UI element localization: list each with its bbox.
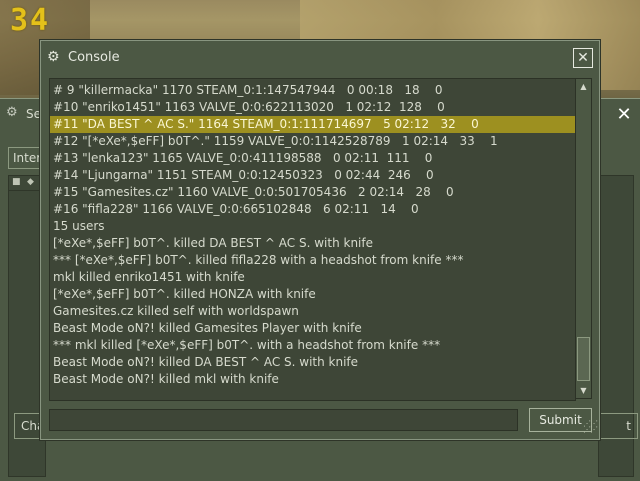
console-line[interactable]: [*eXe*,$eFF] b0T^. killed DA BEST ^ AC S… bbox=[50, 235, 575, 252]
console-line[interactable]: mkl killed enriko1451 with knife bbox=[50, 269, 575, 286]
console-line[interactable]: #14 "Ljungarna" 1151 STEAM_0:0:12450323 … bbox=[50, 167, 575, 184]
hud-counter: 34 bbox=[10, 3, 51, 38]
console-titlebar[interactable]: ⚙ Console bbox=[41, 41, 599, 73]
console-line[interactable]: #16 "fifla228" 1166 VALVE_0:0:665102848 … bbox=[50, 201, 575, 218]
console-scrollbar[interactable]: ▲ ▼ bbox=[575, 78, 592, 399]
resize-grip-icon[interactable]: ⋰⋰ ⋰⋰ bbox=[583, 420, 598, 434]
console-line[interactable]: [*eXe*,$eFF] b0T^. killed HONZA with kni… bbox=[50, 286, 575, 303]
console-line[interactable]: #12 "[*eXe*,$eFF] b0T^." 1159 VALVE_0:0:… bbox=[50, 133, 575, 150]
close-icon[interactable]: ✕ bbox=[573, 48, 593, 68]
shield-icon: ◆ bbox=[27, 177, 34, 187]
console-line[interactable]: #11 "DA BEST ^ AC S." 1164 STEAM_0:1:111… bbox=[50, 116, 575, 133]
console-command-input[interactable] bbox=[49, 409, 518, 431]
console-line[interactable]: Beast Mode oN?! killed DA BEST ^ AC S. w… bbox=[50, 354, 575, 371]
background-dialog-title: Se bbox=[26, 107, 41, 121]
console-line[interactable]: Beast Mode oN?! killed Gamesites Player … bbox=[50, 320, 575, 337]
background-right-button[interactable]: t bbox=[596, 413, 638, 439]
scroll-up-icon[interactable]: ▲ bbox=[576, 79, 591, 94]
console-log[interactable]: # 9 "killermacka" 1170 STEAM_0:1:1475479… bbox=[49, 78, 576, 401]
scroll-down-icon[interactable]: ▼ bbox=[576, 383, 591, 398]
console-line[interactable]: #13 "lenka123" 1165 VALVE_0:0:411198588 … bbox=[50, 150, 575, 167]
console-line[interactable]: 15 users bbox=[50, 218, 575, 235]
console-line[interactable]: Beast Mode oN?! killed mkl with knife bbox=[50, 371, 575, 388]
console-line[interactable]: *** [*eXe*,$eFF] b0T^. killed fifla228 w… bbox=[50, 252, 575, 269]
steam-logo-icon: ⚙ bbox=[6, 105, 18, 120]
console-window: ⚙ Console ✕ # 9 "killermacka" 1170 STEAM… bbox=[40, 40, 600, 440]
steam-logo-icon: ⚙ bbox=[47, 49, 60, 65]
console-line[interactable]: *** mkl killed [*eXe*,$eFF] b0T^. with a… bbox=[50, 337, 575, 354]
console-line[interactable]: #15 "Gamesites.cz" 1160 VALVE_0:0:501705… bbox=[50, 184, 575, 201]
lock-icon: ■ bbox=[12, 177, 21, 187]
console-line[interactable]: Gamesites.cz killed self with worldspawn bbox=[50, 303, 575, 320]
scroll-thumb[interactable] bbox=[577, 337, 590, 381]
background-close-icon[interactable]: ✕ bbox=[613, 104, 635, 126]
console-line[interactable]: # 9 "killermacka" 1170 STEAM_0:1:1475479… bbox=[50, 82, 575, 99]
console-line[interactable]: #10 "enriko1451" 1163 VALVE_0:0:62211302… bbox=[50, 99, 575, 116]
console-title: Console bbox=[68, 50, 120, 65]
